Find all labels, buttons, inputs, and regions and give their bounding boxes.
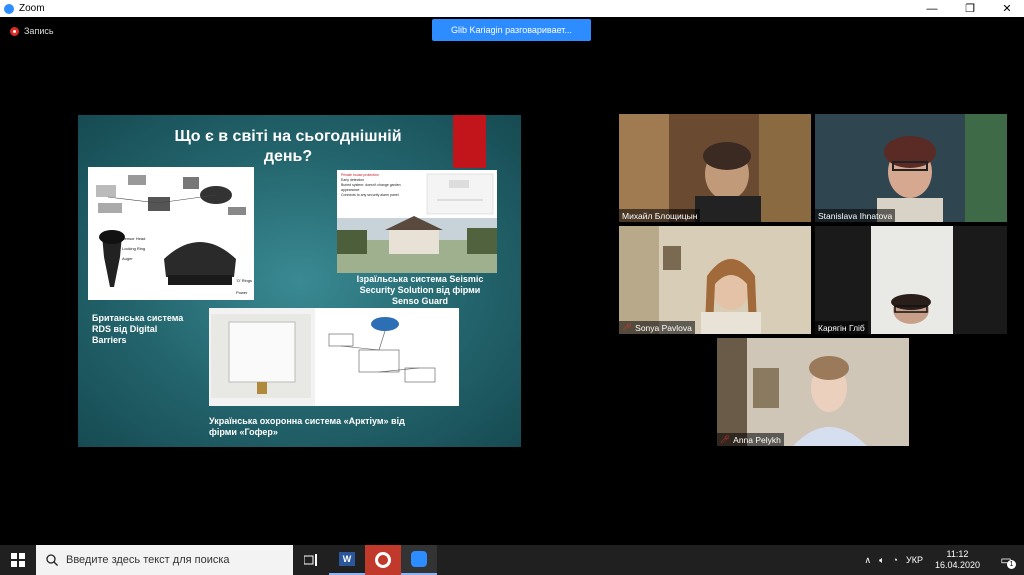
participant-name: Карягін Гліб (818, 322, 865, 333)
israeli-system-image: Private house protection Early detection… (337, 170, 497, 273)
participant-name: Anna Pelykh (733, 434, 781, 445)
caption-line: фірми «Гофер» (209, 427, 278, 437)
participant-name-bar: Михайл Блощицын (619, 209, 701, 222)
close-button[interactable]: ✕ (990, 0, 1024, 17)
start-button[interactable] (0, 545, 36, 575)
recording-indicator[interactable]: Запись (10, 26, 54, 36)
caption-line: Barriers (92, 335, 127, 345)
maximize-button[interactable]: ❐ (953, 0, 987, 17)
sensor-label-orings: 'O' Rings (236, 278, 252, 283)
sensor-label-auger: Auger (122, 256, 133, 261)
volume-icon[interactable]: 🔈︎ (879, 555, 884, 566)
recording-label: Запись (24, 26, 54, 36)
caption-israeli: Ізраїльська система Seismic Security Sol… (340, 274, 500, 307)
device-diagram-graphic (211, 308, 459, 406)
window-titlebar: Zoom (0, 0, 1024, 17)
private-house-item: Connects to any security alarm panel (341, 193, 399, 197)
participant-tile[interactable]: 🎤︎ Anna Pelykh (717, 338, 909, 446)
windows-logo-icon (11, 553, 25, 567)
participant-name-bar: 🎤︎ Anna Pelykh (717, 433, 784, 446)
opera-icon (375, 552, 391, 568)
participant-video (815, 114, 1007, 222)
zoom-icon (411, 551, 427, 567)
caption-line: Senso Guard (391, 296, 448, 306)
caption-line: RDS від Digital (92, 324, 158, 334)
taskbar-zoom[interactable] (401, 545, 437, 575)
active-speaker-banner[interactable]: Glib Kariagin разговаривает... (432, 19, 591, 41)
caption-british: Британська система RDS від Digital Barri… (92, 313, 183, 346)
chevron-up-icon[interactable]: ∧ (865, 555, 872, 566)
taskbar-search[interactable]: Введите здесь текст для поиска (36, 545, 293, 575)
slide-title: Що є в світі на сьогоднішній день? (138, 127, 438, 167)
participant-video (619, 114, 811, 222)
participant-video (619, 226, 811, 334)
clock[interactable]: 11:12 16.04.2020 (935, 549, 980, 571)
slide-title-line1: Що є в світі на сьогоднішній (174, 128, 402, 145)
shared-screen-slide: Що є в світі на сьогоднішній день? Senso… (78, 115, 521, 447)
slide-accent-bar (453, 115, 486, 168)
participant-name: Sonya Pavlova (635, 322, 692, 333)
wifi-icon[interactable]: ◔ (893, 555, 898, 565)
participant-video (815, 226, 1007, 334)
participant-name: Михайл Блощицын (622, 210, 698, 221)
participant-tile[interactable]: 🎤︎ Sonya Pavlova (619, 226, 811, 334)
participant-name: Stanislava Ihnatova (818, 210, 893, 221)
participant-tile[interactable]: Stanislava Ihnatova (815, 114, 1007, 222)
muted-mic-icon: 🎤︎ (720, 435, 731, 444)
participant-video (717, 338, 909, 446)
taskbar-opera[interactable] (365, 545, 401, 575)
notifications-count: 1 (1007, 560, 1016, 569)
task-view-icon (304, 554, 317, 566)
caption-line: Ізраїльська система Seismic (356, 274, 484, 284)
muted-mic-icon: 🎤︎ (622, 323, 633, 332)
ukrainian-system-image (209, 308, 459, 406)
caption-line: Британська система (92, 313, 184, 323)
slide-title-line2: день? (263, 148, 313, 165)
participant-name-bar: 🎤︎ Sonya Pavlova (619, 321, 695, 334)
private-house-box: Private house protection Early detection… (341, 173, 413, 198)
participant-name-bar: Stanislava Ihnatova (815, 209, 896, 222)
system-tray: ∧ 🔈︎ ◔ УКР 11:12 16.04.2020 ▭ 1 (865, 545, 1024, 575)
caption-line: Українська охоронна система «Арктіум» ві… (209, 416, 405, 426)
windows-taskbar: Введите здесь текст для поиска W ∧ 🔈︎ ◔ … (0, 545, 1024, 575)
taskbar-word[interactable]: W (329, 545, 365, 575)
participant-tile[interactable]: Михайл Блощицын (619, 114, 811, 222)
task-view-button[interactable] (293, 545, 329, 575)
sensor-label-powerplate: Power Plate (236, 290, 248, 295)
search-icon (46, 554, 58, 566)
word-icon: W (339, 552, 355, 566)
language-indicator[interactable]: УКР (906, 555, 923, 565)
british-system-image: Sensor Head Locking Ring Auger 'O' Rings… (88, 167, 254, 300)
notifications-button[interactable]: ▭ 1 (994, 545, 1018, 575)
participant-tile[interactable]: Карягін Гліб (815, 226, 1007, 334)
caption-ukrainian: Українська охоронна система «Арктіум» ві… (209, 416, 405, 438)
clock-date: 16.04.2020 (934, 560, 980, 570)
minimize-button[interactable]: — (915, 0, 949, 17)
participant-name-bar: Карягін Гліб (815, 321, 868, 334)
clock-time: 11:12 (946, 549, 969, 559)
search-placeholder: Введите здесь текст для поиска (66, 554, 230, 566)
caption-line: Security Solution від фірми (359, 285, 481, 295)
window-title: Zoom (19, 3, 45, 14)
private-house-item: Buried system: doesn't change garden app… (341, 183, 401, 192)
record-icon (10, 26, 19, 36)
zoom-logo-icon (4, 3, 14, 14)
sensor-diagram-graphic (96, 175, 246, 287)
